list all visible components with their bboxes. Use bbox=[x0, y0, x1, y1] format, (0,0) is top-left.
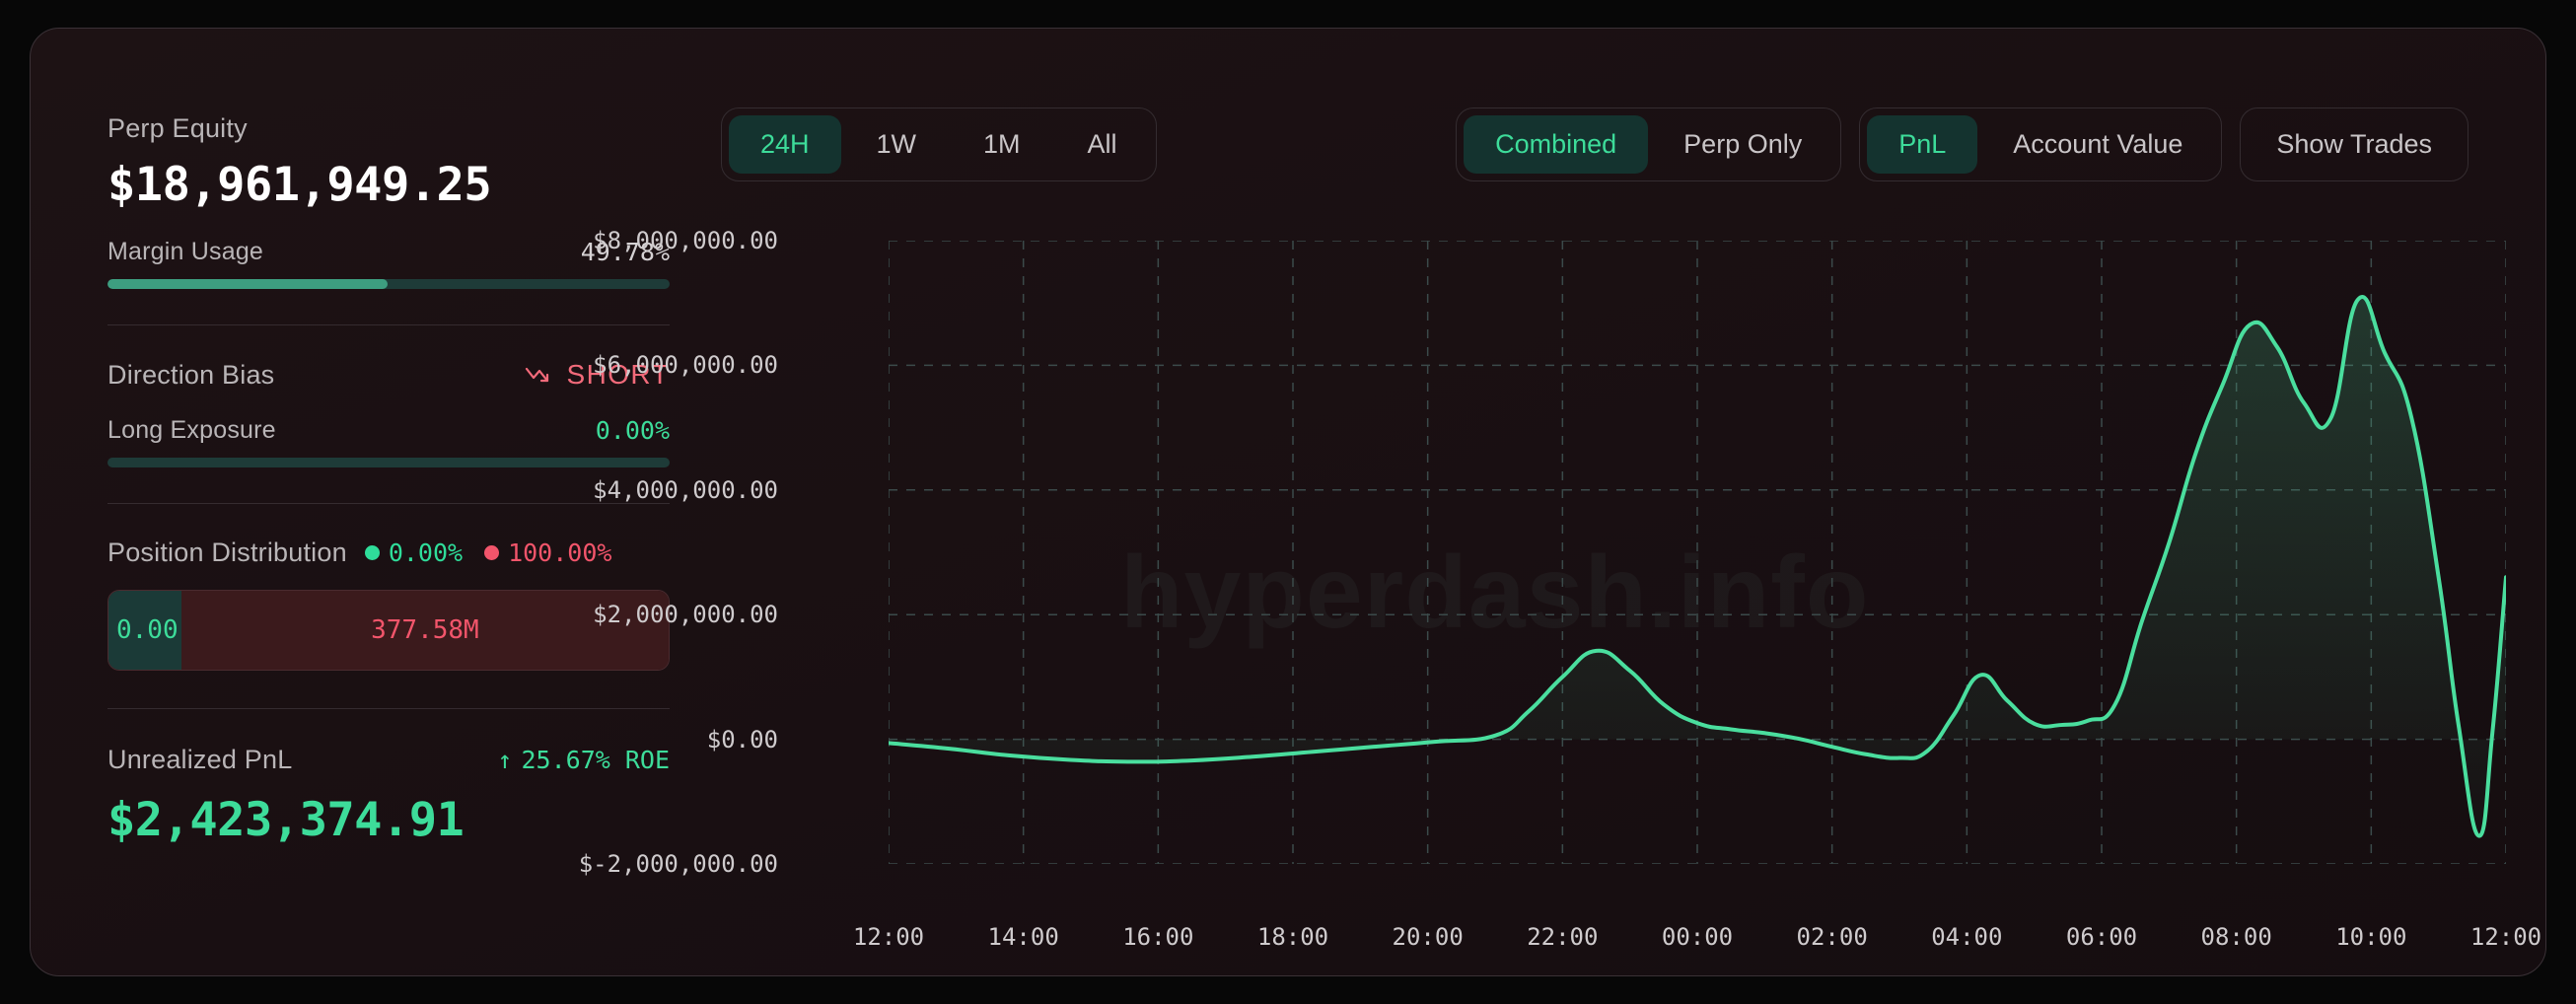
metric-button-account-value[interactable]: Account Value bbox=[1981, 115, 2214, 174]
position-long-stat: 0.00% bbox=[364, 538, 464, 567]
chart-plot[interactable] bbox=[889, 241, 2506, 864]
perp-equity-section: Perp Equity $18,961,949.25 Margin Usage … bbox=[107, 113, 670, 289]
roe-group: ↑ 25.67% ROE bbox=[497, 746, 670, 774]
show-trades-button[interactable]: Show Trades bbox=[2240, 108, 2469, 181]
time-range-group: 24H 1W 1M All bbox=[721, 108, 1157, 181]
metric-group: PnL Account Value bbox=[1859, 108, 2223, 181]
x-axis-tick-label: 00:00 bbox=[1661, 923, 1734, 951]
x-axis-tick-label: 10:00 bbox=[2335, 923, 2407, 951]
y-axis-tick-label: $2,000,000.00 bbox=[593, 601, 778, 629]
data-mode-group: Combined Perp Only bbox=[1456, 108, 1842, 181]
x-axis-tick-label: 04:00 bbox=[1931, 923, 2003, 951]
x-axis-tick-label: 08:00 bbox=[2200, 923, 2272, 951]
y-axis-tick-label: $8,000,000.00 bbox=[593, 227, 778, 254]
pnl-chart: hyperdash.info $8,000,000.00 $6,000,000.0… bbox=[579, 227, 2541, 951]
x-axis-tick-label: 16:00 bbox=[1122, 923, 1194, 951]
time-range-button-1m[interactable]: 1M bbox=[952, 115, 1052, 174]
position-long-segment: 0.00 bbox=[108, 591, 181, 670]
margin-usage-bar-fill bbox=[107, 279, 388, 289]
data-mode-button-perp-only[interactable]: Perp Only bbox=[1652, 115, 1833, 174]
y-axis-tick-label: $6,000,000.00 bbox=[593, 351, 778, 380]
x-axis-tick-label: 12:00 bbox=[852, 923, 925, 951]
divider bbox=[107, 708, 670, 709]
trend-down-icon bbox=[525, 367, 548, 383]
chart-options-group: Combined Perp Only PnL Account Value Show … bbox=[1456, 108, 2469, 181]
time-range-button-24h[interactable]: 24H bbox=[729, 115, 841, 174]
perp-equity-value: $18,961,949.25 bbox=[107, 158, 492, 212]
direction-bias-label: Direction Bias bbox=[107, 359, 275, 390]
metric-button-pnl[interactable]: PnL bbox=[1867, 115, 1978, 174]
long-exposure-bar bbox=[107, 458, 670, 467]
margin-usage-label: Margin Usage bbox=[107, 238, 264, 265]
x-axis-tick-label: 18:00 bbox=[1256, 923, 1329, 951]
y-axis-tick-label: $4,000,000.00 bbox=[593, 475, 778, 504]
position-short-stat: 100.00% bbox=[484, 538, 611, 567]
unrealized-pnl-label: Unrealized PnL bbox=[107, 745, 293, 774]
position-long-pct: 0.00% bbox=[388, 538, 464, 567]
short-dot-icon bbox=[484, 545, 500, 560]
data-mode-button-combined[interactable]: Combined bbox=[1464, 115, 1649, 174]
divider bbox=[107, 503, 670, 504]
roe-value: 25.67% ROE bbox=[521, 746, 670, 774]
direction-bias-section: Direction Bias SHORT Long Exposure 0.00% bbox=[107, 359, 670, 467]
y-axis-tick-label: $0.00 bbox=[706, 725, 778, 753]
time-range-button-all[interactable]: All bbox=[1056, 115, 1149, 174]
margin-usage-bar bbox=[107, 279, 670, 289]
stats-sidebar: Perp Equity $18,961,949.25 Margin Usage … bbox=[107, 113, 670, 847]
time-range-button-1w[interactable]: 1W bbox=[845, 115, 949, 174]
long-exposure-value: 0.00% bbox=[595, 416, 670, 445]
x-axis-tick-label: 02:00 bbox=[1796, 923, 1868, 951]
dashboard-card: Perp Equity $18,961,949.25 Margin Usage … bbox=[30, 28, 2546, 976]
position-long-amount: 0.00 bbox=[116, 615, 179, 645]
unrealized-pnl-section: Unrealized PnL ↑ 25.67% ROE $2,423,374.9… bbox=[107, 745, 670, 847]
x-axis-tick-label: 06:00 bbox=[2065, 923, 2138, 951]
position-distribution-section: Position Distribution 0.00% 100.00% 0.00 bbox=[107, 538, 670, 671]
x-axis-tick-label: 22:00 bbox=[1527, 923, 1599, 951]
divider bbox=[107, 324, 670, 325]
position-distribution-label: Position Distribution bbox=[107, 538, 347, 567]
unrealized-pnl-value: $2,423,374.91 bbox=[107, 793, 465, 847]
long-dot-icon bbox=[364, 545, 380, 560]
perp-equity-label: Perp Equity bbox=[107, 113, 248, 143]
chart-toolbar: 24H 1W 1M All Combined Perp Only PnL Account … bbox=[721, 108, 2469, 181]
x-axis-tick-label: 12:00 bbox=[2469, 923, 2542, 951]
position-short-pct: 100.00% bbox=[508, 538, 612, 567]
position-distribution-bar: 0.00 377.58M bbox=[107, 590, 670, 671]
x-axis-tick-label: 20:00 bbox=[1392, 923, 1464, 951]
x-axis-tick-label: 14:00 bbox=[987, 923, 1059, 951]
position-short-amount: 377.58M bbox=[371, 615, 479, 645]
y-axis-tick-label: $-2,000,000.00 bbox=[578, 850, 778, 878]
roe-up-arrow-icon: ↑ bbox=[497, 746, 513, 774]
long-exposure-label: Long Exposure bbox=[107, 416, 276, 444]
